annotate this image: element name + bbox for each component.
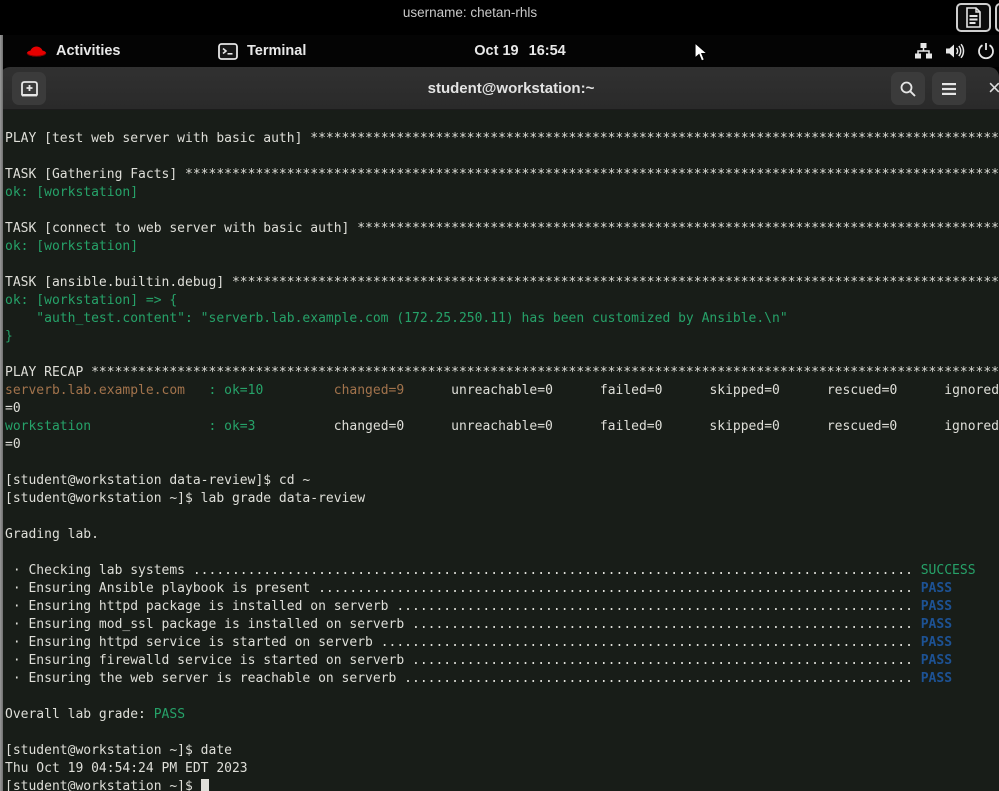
terminal-line (5, 148, 999, 166)
terminal-line: [student@workstation ~]$ date (5, 742, 999, 760)
document-icon (965, 7, 982, 28)
terminal-line: · Ensuring httpd package is installed on… (5, 598, 999, 616)
close-button[interactable]: × (988, 75, 999, 101)
terminal-line: · Ensuring mod_ssl package is installed … (5, 616, 999, 634)
hamburger-menu-icon (941, 82, 957, 96)
terminal-line: Overall lab grade: PASS (5, 706, 999, 724)
activities-label: Activities (56, 43, 120, 59)
terminal-line: ok: [workstation] (5, 238, 999, 256)
terminal-line: · Ensuring firewalld service is started … (5, 652, 999, 670)
screen-edge-strip (0, 35, 3, 791)
terminal-headerbar: student@workstation:~ × (0, 67, 999, 110)
terminal-line: TASK [connect to web server with basic a… (5, 220, 999, 238)
terminal-line: [student@workstation ~]$ (5, 778, 999, 791)
app-menu-label: Terminal (247, 43, 306, 59)
terminal-line: TASK [Gathering Facts] *****************… (5, 166, 999, 184)
terminal-line: Grading lab. (5, 526, 999, 544)
terminal-line (5, 346, 999, 364)
terminal-line (5, 688, 999, 706)
system-status-area[interactable] (906, 35, 999, 67)
search-icon (899, 80, 917, 98)
new-tab-button[interactable] (12, 72, 46, 105)
power-icon (977, 42, 995, 60)
network-wired-icon (914, 42, 933, 60)
window-title: student@workstation:~ (428, 67, 595, 109)
clipboard-panel-button[interactable] (956, 3, 991, 32)
volume-icon (945, 42, 965, 60)
mouse-pointer (694, 42, 709, 63)
redhat-icon (26, 43, 47, 59)
terminal-line: TASK [ansible.builtin.debug] ***********… (5, 274, 999, 292)
clock-time: 16:54 (529, 43, 566, 59)
app-menu-terminal[interactable]: Terminal (210, 35, 314, 67)
remote-status-bar: username: chetan-rhls (0, 0, 999, 35)
clipboard-panel-button-partial[interactable] (995, 3, 999, 32)
terminal-line: · Checking lab systems .................… (5, 562, 999, 580)
menu-button[interactable] (932, 72, 966, 105)
new-tab-icon (20, 79, 39, 98)
terminal-line: "auth_test.content": "serverb.lab.exampl… (5, 310, 999, 328)
terminal-line: ok: [workstation] => { (5, 292, 999, 310)
terminal-line (5, 454, 999, 472)
terminal-line: · Ensuring Ansible playbook is present .… (5, 580, 999, 598)
terminal-line (5, 508, 999, 526)
terminal-line: =0 (5, 400, 999, 418)
terminal-line: PLAY RECAP *****************************… (5, 364, 999, 382)
terminal-line (5, 724, 999, 742)
terminal-line (5, 256, 999, 274)
clock-date: Oct 19 (474, 43, 518, 59)
terminal-line: · Ensuring httpd service is started on s… (5, 634, 999, 652)
terminal-line: } (5, 328, 999, 346)
search-button[interactable] (891, 72, 925, 105)
terminal-line: [student@workstation ~]$ lab grade data-… (5, 490, 999, 508)
terminal-line: [student@workstation data-review]$ cd ~ (5, 472, 999, 490)
activities-button[interactable]: Activities (18, 35, 128, 67)
terminal-output[interactable]: PLAY [test web server with basic auth] *… (0, 110, 999, 791)
terminal-line: PLAY [test web server with basic auth] *… (5, 130, 999, 148)
terminal-window: student@workstation:~ × PLAY [test web s… (0, 67, 999, 791)
terminal-cursor (201, 779, 209, 791)
clock[interactable]: Oct 19 16:54 (466, 35, 573, 67)
terminal-line: workstation : ok=3 changed=0 unreachable… (5, 418, 999, 436)
gnome-top-bar: Activities Terminal Oct 19 16:54 (0, 35, 999, 67)
terminal-app-icon (218, 43, 238, 60)
remote-username-label: username: chetan-rhls (403, 5, 537, 20)
terminal-line: ok: [workstation] (5, 184, 999, 202)
terminal-line: serverb.lab.example.com : ok=10 changed=… (5, 382, 999, 400)
terminal-line: Thu Oct 19 04:54:24 PM EDT 2023 (5, 760, 999, 778)
terminal-line: · Ensuring the web server is reachable o… (5, 670, 999, 688)
terminal-line (5, 544, 999, 562)
terminal-line: =0 (5, 436, 999, 454)
terminal-line (5, 202, 999, 220)
